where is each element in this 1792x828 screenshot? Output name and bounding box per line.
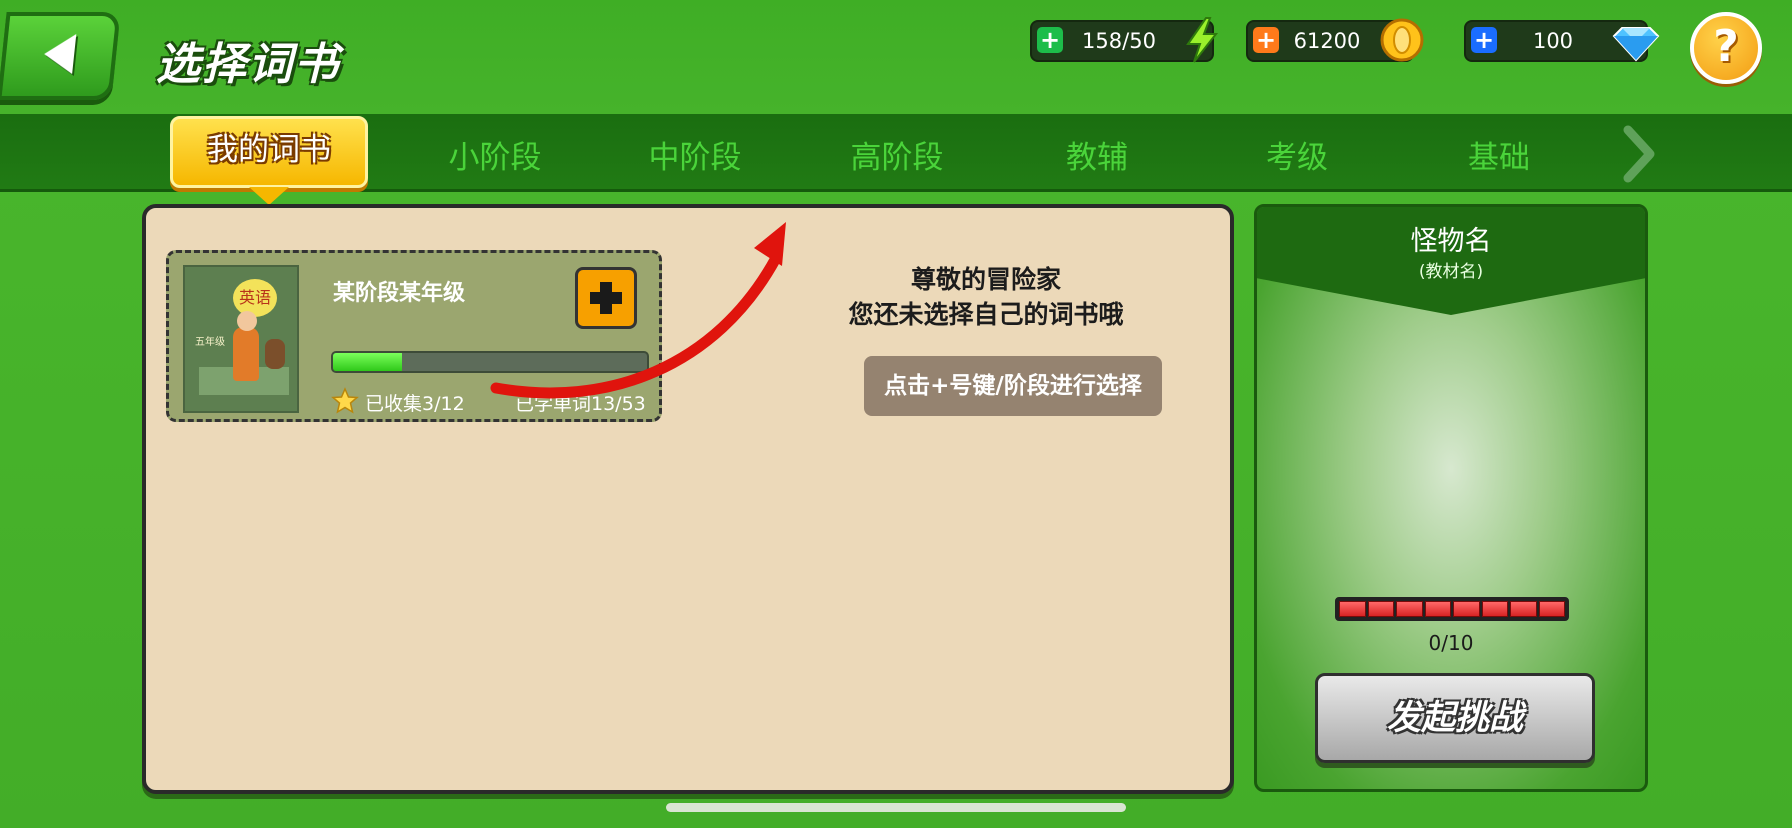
- tab-small-stage[interactable]: 小阶段: [420, 132, 570, 177]
- add-gold-button[interactable]: +: [1253, 27, 1279, 53]
- message-line-2: 您还未选择自己的词书哦: [848, 300, 1124, 329]
- hp-segment: [1510, 601, 1537, 617]
- hp-segment: [1396, 601, 1423, 617]
- tab-teaching-aids[interactable]: 教辅: [1022, 132, 1172, 177]
- book-cover-title: 英语: [233, 279, 277, 317]
- cover-child-figure: [233, 327, 259, 381]
- coin-icon: [1380, 18, 1424, 62]
- page-title: 选择词书: [156, 39, 340, 90]
- add-gem-button[interactable]: +: [1471, 27, 1497, 53]
- add-energy-button[interactable]: +: [1037, 27, 1063, 53]
- book-cover-grade: 五年级: [195, 337, 225, 348]
- top-bar: 选择词书 + 158/50 + 61200 + 100 ?: [0, 0, 1792, 114]
- star-icon: [331, 387, 359, 414]
- help-button[interactable]: ?: [1690, 12, 1762, 84]
- diamond-icon: [1612, 27, 1660, 62]
- gold-counter: + 61200: [1246, 18, 1424, 62]
- gem-counter: + 100: [1464, 20, 1660, 62]
- back-button[interactable]: [0, 12, 121, 100]
- book-progress-fill: [333, 353, 403, 371]
- category-tab-bar: 我的词书 小阶段 中阶段 高阶段 教辅 考级 基础: [0, 114, 1792, 205]
- energy-value: 158/50: [1082, 29, 1156, 53]
- gem-value: 100: [1532, 29, 1574, 53]
- tab-exam-levels[interactable]: 考级: [1222, 132, 1372, 177]
- tab-my-books[interactable]: 我的词书: [170, 116, 368, 205]
- tab-basics[interactable]: 基础: [1424, 132, 1574, 177]
- cover-child-head: [237, 311, 257, 331]
- monster-hp-text: 0/10: [1428, 631, 1474, 655]
- hp-segment: [1367, 601, 1394, 617]
- hp-segment: [1481, 601, 1508, 617]
- hp-segment: [1339, 601, 1366, 617]
- gold-value: 61200: [1293, 29, 1361, 53]
- select-hint-button[interactable]: 点击+号键/阶段进行选择: [864, 356, 1162, 416]
- chevron-right-icon[interactable]: [1620, 124, 1660, 184]
- monster-panel: 怪物名 (教材名) 0/10 发起挑战: [1254, 204, 1648, 792]
- textbook-name: (教材名): [1418, 262, 1484, 282]
- start-challenge-button[interactable]: 发起挑战: [1315, 673, 1595, 763]
- message-line-1: 尊敬的冒险家: [910, 265, 1061, 294]
- energy-counter: + 158/50: [1030, 17, 1219, 63]
- back-arrow-icon: [42, 34, 77, 74]
- tab-middle-stage[interactable]: 中阶段: [620, 132, 770, 177]
- tab-high-stage[interactable]: 高阶段: [822, 132, 972, 177]
- book-title: 某阶段某年级: [333, 281, 466, 306]
- lightning-icon: [1186, 17, 1219, 63]
- hp-segment: [1424, 601, 1451, 617]
- pointing-arrow-icon: [490, 222, 786, 399]
- hp-segment: [1453, 601, 1480, 617]
- monster-name: 怪物名: [1410, 226, 1492, 257]
- tab-my-books-label: 我的词书: [207, 132, 331, 168]
- hp-segment: [1538, 601, 1565, 617]
- cover-bear-figure: [265, 339, 285, 369]
- my-books-panel: 英语 五年级 某阶段某年级 已收集3/12 已学单词13/53 尊敬的冒险家 您…: [142, 204, 1234, 794]
- book-cover: 英语 五年级: [183, 265, 299, 413]
- collected-count: 已收集3/12: [365, 393, 465, 415]
- monster-hp-bar: [1335, 597, 1569, 621]
- empty-state-message: 尊敬的冒险家 您还未选择自己的词书哦: [806, 262, 1166, 332]
- home-indicator[interactable]: [666, 803, 1126, 812]
